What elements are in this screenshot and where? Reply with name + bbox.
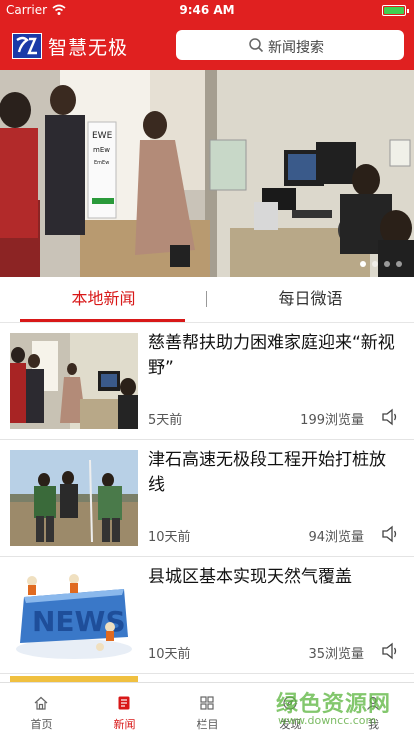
news-list-item[interactable]: NEWS 县城区基本实现天然气覆盖 10天前 35浏览量 xyxy=(0,557,414,674)
nav-discover[interactable]: 发现 xyxy=(249,683,332,736)
speaker-icon[interactable] xyxy=(380,407,400,427)
nav-discover-label: 发现 xyxy=(279,718,302,731)
news-title[interactable]: 县城区基本实现天然气覆盖 xyxy=(148,565,398,590)
app-header: 智慧无极 新闻搜索 xyxy=(0,20,414,70)
news-time: 5天前 xyxy=(148,413,183,428)
carousel-indicators xyxy=(360,261,402,267)
nav-me[interactable]: 我 xyxy=(332,683,414,736)
news-thumbnail xyxy=(10,333,138,429)
news-time: 10天前 xyxy=(148,530,191,545)
nav-columns[interactable]: 栏目 xyxy=(166,683,249,736)
speaker-icon[interactable] xyxy=(380,641,400,661)
news-title[interactable]: 津石高速无极段工程开始打桩放线 xyxy=(148,448,398,498)
svg-text:mEw: mEw xyxy=(93,146,110,154)
nav-me-label: 我 xyxy=(368,718,379,731)
status-bar: Carrier 9:46 AM xyxy=(0,0,414,20)
news-views: 199浏览量 xyxy=(300,413,364,428)
banner-photo: EWE mEw EmEw xyxy=(0,70,414,277)
search-icon xyxy=(249,38,264,53)
nav-home[interactable]: 首页 xyxy=(0,683,83,736)
app-title: 智慧无极 xyxy=(48,37,129,59)
bottom-nav: 首页 新闻 栏目 发现 我 xyxy=(0,682,414,736)
compass-icon xyxy=(283,696,297,710)
news-tabs: 本地新闻 每日微语 xyxy=(0,277,414,323)
news-thumbnail xyxy=(10,450,138,546)
battery-icon xyxy=(382,5,409,16)
speaker-icon[interactable] xyxy=(380,524,400,544)
news-views: 35浏览量 xyxy=(308,647,364,662)
news-time: 10天前 xyxy=(148,647,191,662)
carousel-dot[interactable] xyxy=(360,261,366,267)
news-list-item[interactable]: 津石高速无极段工程开始打桩放线 10天前 94浏览量 xyxy=(0,440,414,557)
app-logo xyxy=(12,33,42,59)
tab-daily-quotes[interactable]: 每日微语 xyxy=(207,277,414,323)
news-thumbnail: NEWS xyxy=(10,567,138,663)
news-views: 94浏览量 xyxy=(308,530,364,545)
nav-news-label: 新闻 xyxy=(113,718,136,731)
svg-text:EWE: EWE xyxy=(92,131,113,141)
news-icon xyxy=(118,696,130,710)
user-icon xyxy=(367,696,379,710)
nav-columns-label: 栏目 xyxy=(196,718,219,731)
carousel-dot[interactable] xyxy=(384,261,390,267)
news-title[interactable]: 慈善帮扶助力困难家庭迎来“新视野” xyxy=(148,331,398,381)
home-icon xyxy=(34,696,48,710)
search-placeholder: 新闻搜索 xyxy=(268,40,324,56)
nav-news[interactable]: 新闻 xyxy=(83,683,166,736)
banner-carousel[interactable]: EWE mEw EmEw xyxy=(0,70,414,277)
carousel-dot[interactable] xyxy=(372,261,378,267)
clock: 9:46 AM xyxy=(179,3,235,17)
tab-local-news[interactable]: 本地新闻 xyxy=(0,277,207,323)
active-tab-indicator xyxy=(20,319,185,322)
carousel-dot[interactable] xyxy=(396,261,402,267)
search-input[interactable]: 新闻搜索 xyxy=(176,30,404,60)
svg-text:EmEw: EmEw xyxy=(94,160,109,166)
news-list-item[interactable]: 慈善帮扶助力困难家庭迎来“新视野” 5天前 199浏览量 xyxy=(0,323,414,440)
nav-home-label: 首页 xyxy=(30,718,53,731)
grid-icon xyxy=(200,696,214,710)
